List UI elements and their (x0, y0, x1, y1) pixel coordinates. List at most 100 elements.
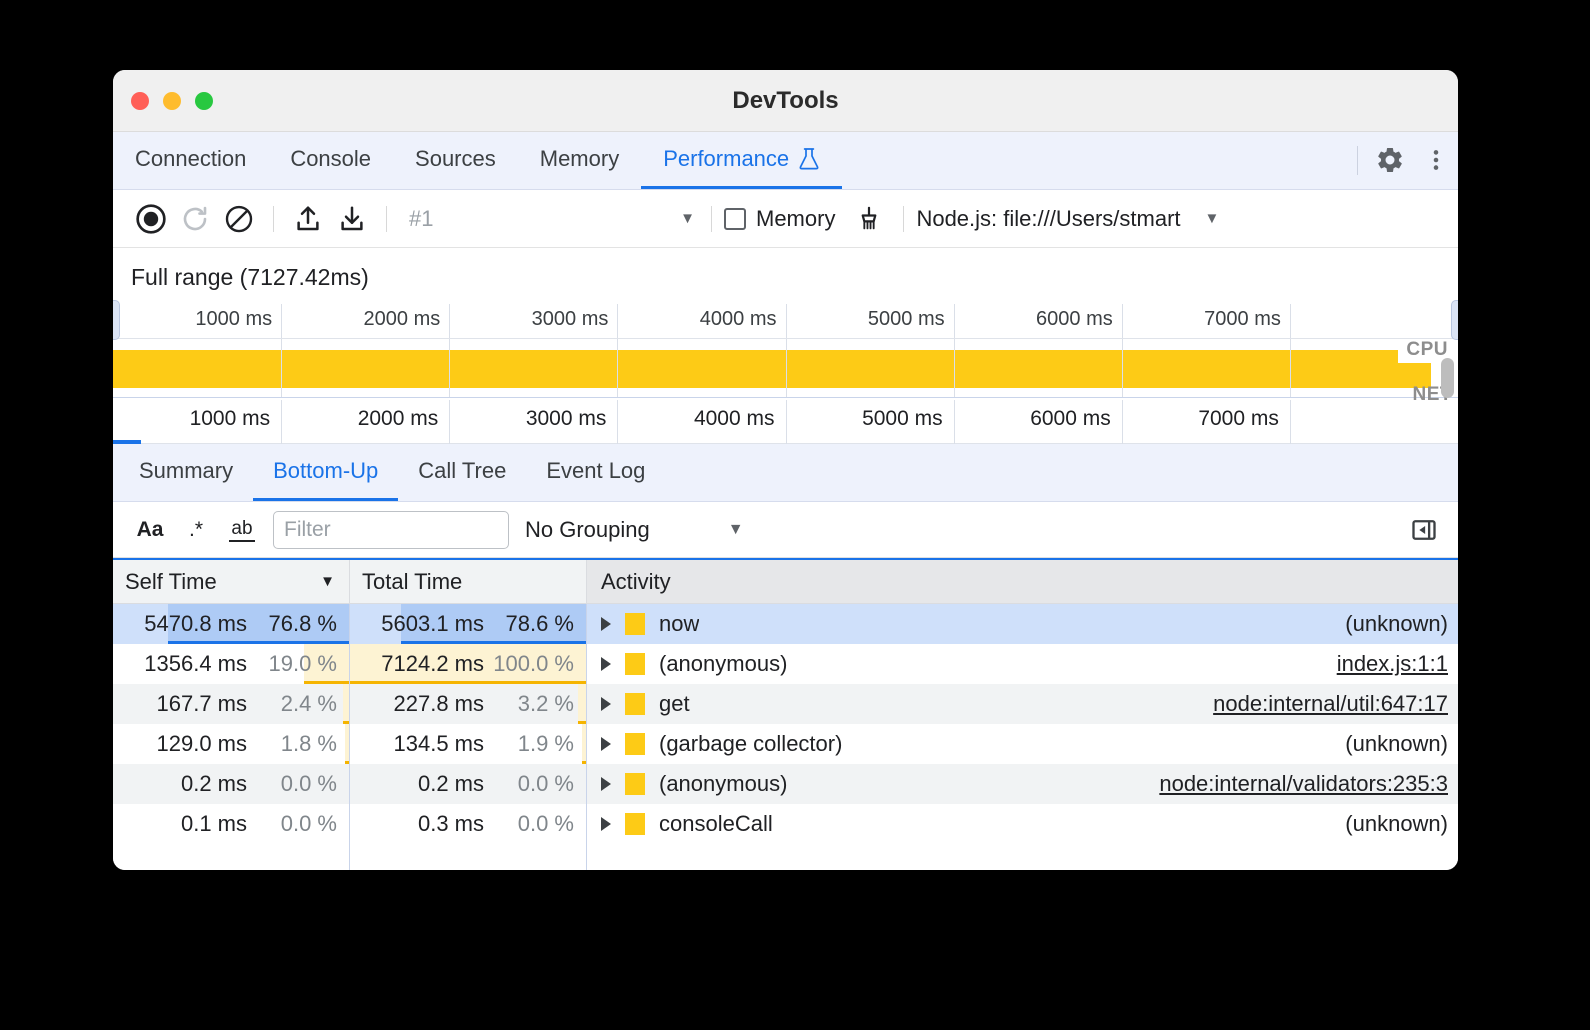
self-time-cell: 0.1 ms0.0 % (113, 804, 350, 844)
total-time-cell: 0.2 ms0.0 % (350, 764, 587, 804)
activity-name: (garbage collector) (659, 731, 842, 757)
tab-connection-label: Connection (135, 146, 246, 172)
self-time-cell-value: 5470.8 ms (144, 611, 247, 637)
download-icon[interactable] (330, 197, 374, 241)
regex-icon[interactable]: .* (173, 510, 219, 550)
total-time-cell: 134.5 ms1.9 % (350, 724, 587, 764)
self-time-cell-percent: 0.0 % (255, 771, 337, 797)
self-time-cell-value: 167.7 ms (157, 691, 248, 717)
memory-label: Memory (756, 206, 835, 232)
tab-bottom-up[interactable]: Bottom-Up (253, 444, 398, 501)
filter-input[interactable] (273, 511, 509, 549)
percent-bar-line (401, 641, 586, 644)
target-value: Node.js: file:///Users/stmart (916, 206, 1180, 232)
expand-triangle-icon[interactable] (601, 657, 611, 671)
source-label: (unknown) (1329, 811, 1448, 837)
session-select[interactable]: #1 ▼ (399, 199, 699, 239)
tab-console[interactable]: Console (268, 132, 393, 189)
grouping-select[interactable]: No Grouping ▼ (525, 517, 744, 543)
tab-summary[interactable]: Summary (119, 444, 253, 501)
tab-call-tree-label: Call Tree (418, 458, 506, 484)
range-handle-right[interactable] (1451, 300, 1458, 340)
more-vertical-icon[interactable] (1414, 132, 1458, 188)
source-link[interactable]: node:internal/validators:235:3 (1143, 771, 1448, 797)
category-color-swatch (625, 613, 645, 635)
overview-scrollbar-thumb[interactable] (1441, 358, 1454, 398)
percent-bar-line (582, 761, 586, 764)
tab-call-tree[interactable]: Call Tree (398, 444, 526, 501)
timeline-track-area (113, 338, 1458, 398)
tab-event-log[interactable]: Event Log (526, 444, 665, 501)
source-label: (unknown) (1329, 611, 1448, 637)
grid-line (786, 339, 787, 397)
tab-bottom-up-label: Bottom-Up (273, 458, 378, 484)
toolbar-separator-3 (711, 206, 712, 232)
cpu-usage-bar (113, 350, 1431, 388)
whole-word-label: ab (229, 518, 254, 542)
table-row[interactable]: 129.0 ms1.8 %134.5 ms1.9 %(garbage colle… (113, 724, 1458, 764)
self-time-cell-percent: 76.8 % (255, 611, 337, 637)
self-time-cell-value: 0.1 ms (181, 811, 247, 837)
whole-word-icon[interactable]: ab (219, 510, 265, 550)
tab-memory-label: Memory (540, 146, 619, 172)
source-link[interactable]: node:internal/util:647:17 (1197, 691, 1448, 717)
total-time-cell-value: 134.5 ms (394, 731, 485, 757)
toolbar-separator-1 (273, 206, 274, 232)
memory-checkbox[interactable]: Memory (724, 206, 835, 232)
table-row[interactable]: 0.2 ms0.0 %0.2 ms0.0 %(anonymous)node:in… (113, 764, 1458, 804)
column-header-total-time[interactable]: Total Time (350, 560, 587, 603)
self-time-cell-percent: 19.0 % (255, 651, 337, 677)
tick-line (1122, 400, 1123, 444)
activity-cell: (anonymous) index.js:1:1 (587, 644, 1458, 684)
record-toolbar: #1 ▼ Memory Node.js: file:///Users/stmar… (113, 190, 1458, 248)
tick-line (954, 400, 955, 444)
tab-performance[interactable]: Performance (641, 132, 842, 189)
tick-line (786, 304, 787, 338)
table-row[interactable]: 167.7 ms2.4 %227.8 ms3.2 %getnode:intern… (113, 684, 1458, 724)
tick-line (617, 304, 618, 338)
expand-triangle-icon[interactable] (601, 617, 611, 631)
activity-name: (anonymous) (659, 651, 787, 677)
activity-name: now (659, 611, 699, 637)
total-time-cell-value: 0.3 ms (418, 811, 484, 837)
expand-triangle-icon[interactable] (601, 777, 611, 791)
activity-cell: (garbage collector)(unknown) (587, 724, 1458, 764)
percent-bar-background (345, 724, 349, 764)
tab-memory[interactable]: Memory (518, 132, 641, 189)
table-row[interactable]: 1356.4 ms19.0 %7124.2 ms100.0 %(anonymou… (113, 644, 1458, 684)
upload-icon[interactable] (286, 197, 330, 241)
reload-icon[interactable] (173, 197, 217, 241)
expand-triangle-icon[interactable] (601, 737, 611, 751)
record-icon[interactable] (129, 197, 173, 241)
tab-connection[interactable]: Connection (113, 132, 268, 189)
table-row[interactable]: 5470.8 ms76.8 %5603.1 ms78.6 %now(unknow… (113, 604, 1458, 644)
table-row[interactable]: 0.1 ms0.0 %0.3 ms0.0 %consoleCall(unknow… (113, 804, 1458, 844)
self-time-cell-value: 0.2 ms (181, 771, 247, 797)
toolbar-separator-4 (903, 206, 904, 232)
column-header-activity[interactable]: Activity (587, 560, 1458, 603)
match-case-icon[interactable]: Aa (127, 510, 173, 550)
target-select[interactable]: Node.js: file:///Users/stmart ▼ (916, 206, 1219, 232)
brush-icon[interactable] (847, 197, 891, 241)
timeline-overview[interactable]: Full range (7127.42ms) 1000 ms2000 ms300… (113, 248, 1458, 444)
gear-icon[interactable] (1366, 132, 1414, 188)
column-header-total-time-label: Total Time (362, 569, 462, 595)
filter-toolbar: Aa .* ab No Grouping ▼ (113, 502, 1458, 558)
activity-cell: getnode:internal/util:647:17 (587, 684, 1458, 724)
memory-checkbox-box[interactable] (724, 208, 746, 230)
column-header-self-time[interactable]: Self Time ▼ (113, 560, 350, 603)
self-time-cell-value: 129.0 ms (157, 731, 248, 757)
expand-triangle-icon[interactable] (601, 817, 611, 831)
tab-sources[interactable]: Sources (393, 132, 518, 189)
total-time-cell-value: 5603.1 ms (381, 611, 484, 637)
expand-triangle-icon[interactable] (601, 697, 611, 711)
tick-line (786, 400, 787, 444)
percent-bar-line (578, 721, 586, 724)
range-handle-left[interactable] (113, 300, 120, 340)
category-color-swatch (625, 773, 645, 795)
tick-label-top: 7000 ms (1204, 308, 1290, 331)
sidebar-collapse-icon[interactable] (1404, 510, 1444, 550)
tick-line (281, 400, 282, 444)
source-link[interactable]: index.js:1:1 (1321, 651, 1448, 677)
clear-icon[interactable] (217, 197, 261, 241)
